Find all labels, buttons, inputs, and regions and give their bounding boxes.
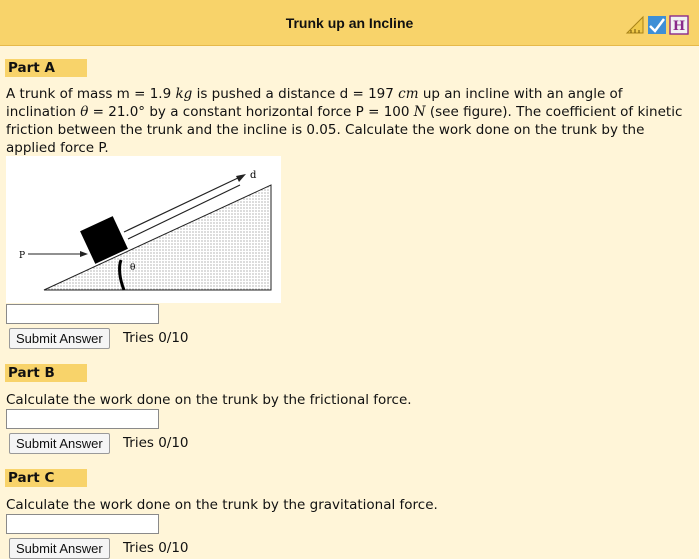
hint-icon-letter: H <box>673 19 685 34</box>
unit-n: N <box>413 104 426 120</box>
unit-kg: kg <box>175 86 193 102</box>
part-c-label: Part C <box>5 469 87 487</box>
part-a-tries: Tries 0/10 <box>123 330 189 346</box>
ruler-triangle-icon[interactable] <box>625 15 645 35</box>
force-p-arrowhead <box>80 251 88 257</box>
part-a-text-2: is pushed a distance d = 197 <box>192 86 399 102</box>
distance-label: d <box>250 170 257 181</box>
part-a-text-4: = 21.0° by a constant horizontal force P… <box>88 104 414 120</box>
incline-diagram: d P θ <box>19 170 272 291</box>
part-a-submit-button[interactable]: Submit Answer <box>9 328 110 349</box>
part-c-submit-button[interactable]: Submit Answer <box>9 538 110 559</box>
title-bar: Trunk up an Incline H <box>0 0 699 46</box>
part-a-text-1: A trunk of mass m = 1.9 <box>6 86 176 102</box>
force-p-label: P <box>19 251 25 261</box>
part-b-label: Part B <box>5 364 87 382</box>
part-a-answer-input[interactable] <box>6 304 159 324</box>
hint-icon[interactable]: H <box>669 15 689 35</box>
part-c-question: Calculate the work done on the trunk by … <box>6 497 438 513</box>
incline-wedge <box>43 184 272 291</box>
incline-figure: d P θ <box>6 156 281 303</box>
part-a-label: Part A <box>5 59 87 77</box>
distance-arrowhead <box>236 174 246 182</box>
part-a-problem-text: A trunk of mass m = 1.9 kg is pushed a d… <box>6 85 686 157</box>
part-c-tries: Tries 0/10 <box>123 540 189 556</box>
theta-label: θ <box>130 263 135 273</box>
page-title: Trunk up an Incline <box>285 15 414 31</box>
checkmark-graph-icon[interactable] <box>647 15 667 35</box>
unit-cm: cm <box>398 86 419 102</box>
part-b-tries: Tries 0/10 <box>123 435 189 451</box>
toolbar-icons: H <box>625 15 689 35</box>
part-b-answer-input[interactable] <box>6 409 159 429</box>
part-b-question: Calculate the work done on the trunk by … <box>6 392 412 408</box>
part-b-submit-button[interactable]: Submit Answer <box>9 433 110 454</box>
part-c-answer-input[interactable] <box>6 514 159 534</box>
